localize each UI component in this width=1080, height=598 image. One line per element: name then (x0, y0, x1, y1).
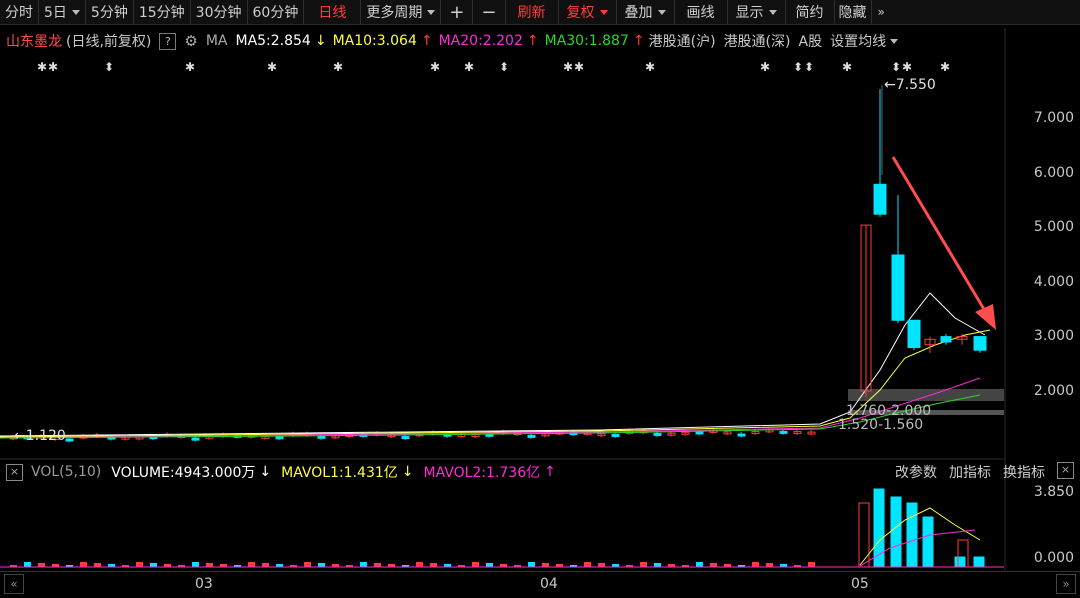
volume-low-group (0, 562, 1004, 568)
x-tick: 03 (195, 576, 213, 592)
mavol2-value: MAVOL2:1.736亿 (423, 465, 541, 481)
volume-bar (24, 562, 31, 567)
volume-bar (262, 563, 269, 567)
x-tick: 05 (851, 576, 869, 592)
volume-bar (584, 562, 591, 567)
candle-body (891, 254, 905, 321)
volume-bar (640, 562, 647, 567)
low-price-value: 1.120 (25, 428, 66, 444)
scroll-left-icon[interactable]: « (4, 574, 24, 594)
ma20-line (0, 377, 981, 439)
volume-bar (922, 516, 934, 568)
candle-body (65, 438, 74, 442)
high-price-label: ←7.550 (884, 77, 936, 93)
volume-bar (528, 562, 535, 567)
arrow-up-icon: ↑ (544, 464, 556, 480)
ma5-line (0, 292, 986, 437)
price-tick: 7.000 (1033, 110, 1074, 126)
price-tick: 6.000 (1033, 165, 1074, 181)
candle-body (737, 433, 746, 437)
volume-bar (318, 563, 325, 567)
x-tick: 04 (540, 576, 558, 592)
volume-bar (136, 562, 143, 567)
volume-bar (654, 563, 661, 567)
trend-arrow-line (891, 156, 990, 317)
arrow-down-icon: ↓ (259, 464, 272, 480)
chip-lower-label: 1.520-1.560 (838, 417, 924, 433)
volume-bars-group (858, 488, 985, 568)
volume-bar (486, 563, 493, 567)
volume-bar (416, 562, 423, 567)
volume-bar (542, 563, 549, 567)
low-price-label: ←1.120 (14, 428, 66, 444)
close-icon[interactable]: × (1057, 462, 1074, 479)
arrow-down-icon: ↓ (401, 464, 414, 480)
volume-bar (304, 562, 311, 567)
volume-bar (858, 502, 870, 568)
candle-body (873, 183, 887, 215)
volume-bar (598, 563, 605, 567)
volume-bar (873, 488, 885, 568)
volume-legend: × VOL(5,10) VOLUME:4943.000万 ↓ MAVOL1:1.… (0, 460, 566, 484)
volume-value: VOLUME:4943.000万 (111, 465, 256, 481)
volume-bar (192, 562, 199, 567)
volume-bar (206, 563, 213, 567)
candle-body (275, 436, 284, 440)
switch-indicator-button[interactable]: 换指标 (1003, 462, 1045, 482)
mavol1-value: MAVOL1:1.431亿 (281, 465, 398, 481)
price-tick: 2.000 (1033, 383, 1074, 399)
candle-body (907, 319, 921, 348)
volume-bar (890, 496, 902, 568)
volume-bar (472, 562, 479, 567)
volume-bar (973, 556, 985, 568)
volume-bar (906, 502, 918, 568)
volume-bar (808, 562, 815, 567)
candle-body (191, 437, 200, 441)
volume-bar (766, 563, 773, 567)
trend-arrow-head (975, 304, 996, 330)
add-indicator-button[interactable]: 加指标 (949, 462, 991, 482)
close-icon[interactable]: × (6, 463, 23, 481)
volume-bar (360, 562, 367, 567)
candle-body (653, 432, 662, 436)
price-tick: 4.000 (1033, 274, 1074, 290)
edit-params-button[interactable]: 改参数 (895, 462, 937, 482)
volume-bar (374, 563, 381, 567)
candle-body (940, 336, 952, 343)
volume-tick: 3.850 (1033, 484, 1074, 500)
volume-bar (38, 563, 45, 567)
indicator-buttons: 改参数 加指标 换指标 × (883, 462, 1074, 482)
scroll-right-icon[interactable]: » (1056, 574, 1076, 594)
volume-bar (430, 563, 437, 567)
candle-body (611, 433, 620, 437)
volume-bar (696, 562, 703, 567)
vol-label: VOL(5,10) (31, 464, 102, 480)
price-tick: 3.000 (1033, 328, 1074, 344)
candle-body (973, 336, 987, 351)
volume-tick: 0.000 (1033, 550, 1074, 566)
volume-bar (710, 563, 717, 567)
volume-bar (954, 556, 966, 568)
volume-bar (94, 563, 101, 567)
candle-body (695, 431, 704, 435)
volume-bar (150, 563, 157, 567)
candle-body (401, 436, 410, 440)
price-tick: 5.000 (1033, 219, 1074, 235)
candle-body (317, 435, 326, 439)
volume-bar (80, 562, 87, 567)
candle-body (527, 434, 536, 438)
volume-bar (248, 562, 255, 567)
candle-body (779, 430, 788, 434)
high-price-value: 7.550 (895, 77, 936, 93)
volume-bar (752, 562, 759, 567)
